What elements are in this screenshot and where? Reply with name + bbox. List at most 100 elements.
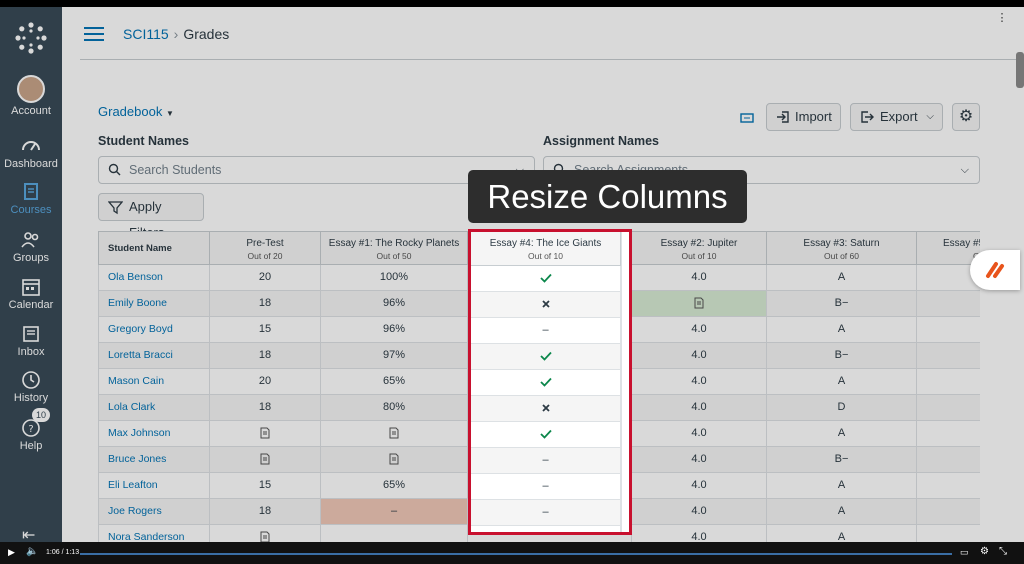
grade-cell[interactable]: 4.0 <box>632 499 767 525</box>
grade-cell[interactable]: 4.0 <box>632 473 767 499</box>
grade-cell[interactable] <box>917 395 980 421</box>
column-header-essay4[interactable]: Essay #4: The Ice Giants Out of 10 <box>471 232 621 266</box>
grade-cell[interactable]: 80% <box>321 395 468 421</box>
grade-cell[interactable] <box>632 291 767 317</box>
column-header-essay2[interactable]: Essay #2: Jupiter Out of 10 <box>632 231 767 265</box>
page-scrollbar[interactable] <box>1016 52 1024 88</box>
grade-cell[interactable]: – <box>321 499 468 525</box>
grade-cell[interactable]: 96% <box>321 291 468 317</box>
breadcrumb-course[interactable]: SCI115 <box>123 26 169 42</box>
import-button[interactable]: Import <box>766 103 841 131</box>
nav-help[interactable]: ? 10 Help <box>0 408 62 459</box>
grade-cell[interactable] <box>321 421 468 447</box>
collapse-nav-icon[interactable]: ⇤ <box>22 525 35 542</box>
hamburger-menu-icon[interactable] <box>84 27 104 41</box>
student-name-link[interactable]: Eli Leafton <box>98 473 210 499</box>
gradebook-menu[interactable]: Gradebook ▼ <box>98 104 174 119</box>
canvas-logo-icon[interactable] <box>14 21 48 55</box>
floating-action-button[interactable] <box>970 250 1020 290</box>
grade-cell[interactable]: 4.0 <box>632 447 767 473</box>
grade-cell[interactable]: A <box>767 499 917 525</box>
grade-cell[interactable] <box>917 447 980 473</box>
apply-filters-button[interactable]: Apply Filters <box>98 193 204 240</box>
captions-icon[interactable]: ▭ <box>960 547 969 558</box>
grade-cell[interactable]: B− <box>767 343 917 369</box>
grade-cell[interactable] <box>471 344 621 370</box>
grade-cell[interactable] <box>917 525 980 542</box>
grade-cell[interactable] <box>917 421 980 447</box>
grade-cell[interactable] <box>471 266 621 292</box>
grade-cell[interactable]: 4.0 <box>632 369 767 395</box>
grade-cell[interactable] <box>321 447 468 473</box>
grade-cell[interactable]: A <box>767 421 917 447</box>
grade-cell[interactable] <box>471 422 621 448</box>
student-name-link[interactable]: Ola Benson <box>98 265 210 291</box>
grade-cell[interactable]: A <box>767 369 917 395</box>
grade-cell[interactable] <box>917 499 980 525</box>
grade-cell[interactable]: 4.0 <box>632 317 767 343</box>
grade-cell[interactable]: A <box>767 473 917 499</box>
nav-account[interactable]: Account <box>0 73 62 121</box>
grade-cell[interactable]: 65% <box>321 473 468 499</box>
grade-cell[interactable] <box>917 343 980 369</box>
student-name-link[interactable]: Mason Cain <box>98 369 210 395</box>
nav-inbox[interactable]: Inbox <box>0 319 62 365</box>
student-name-link[interactable]: Emily Boone <box>98 291 210 317</box>
column-header-student[interactable]: Student Name <box>98 231 210 265</box>
video-progress-bar[interactable] <box>80 553 952 555</box>
student-name-link[interactable]: Loretta Bracci <box>98 343 210 369</box>
grade-cell[interactable] <box>917 317 980 343</box>
grade-cell[interactable]: 4.0 <box>632 525 767 542</box>
nav-groups[interactable]: Groups <box>0 225 62 271</box>
fullscreen-icon[interactable]: ⤡ <box>999 546 1007 557</box>
column-header-essay1[interactable]: Essay #1: The Rocky Planets Out of 50 <box>321 231 468 265</box>
grade-cell[interactable]: – <box>471 500 621 526</box>
grade-cell[interactable] <box>917 473 980 499</box>
grade-cell[interactable]: 18 <box>210 499 321 525</box>
grade-cell[interactable] <box>471 526 621 532</box>
grade-cell[interactable]: A <box>767 525 917 542</box>
grade-cell[interactable]: 20 <box>210 265 321 291</box>
student-name-link[interactable]: Joe Rogers <box>98 499 210 525</box>
grade-cell[interactable]: 4.0 <box>632 395 767 421</box>
grade-cell[interactable]: 100% <box>321 265 468 291</box>
grade-cell[interactable]: A <box>767 317 917 343</box>
grade-cell[interactable]: 4.0 <box>632 343 767 369</box>
column-resize-handle[interactable] <box>621 232 629 532</box>
grade-cell[interactable]: – <box>471 448 621 474</box>
grade-cell[interactable]: 15 <box>210 473 321 499</box>
keyboard-shortcut-icon[interactable] <box>740 111 754 125</box>
grade-cell[interactable] <box>471 396 621 422</box>
student-name-link[interactable]: Bruce Jones <box>98 447 210 473</box>
student-name-link[interactable]: Max Johnson <box>98 421 210 447</box>
grade-cell[interactable]: A <box>767 265 917 291</box>
student-name-link[interactable]: Nora Sanderson <box>98 525 210 542</box>
grade-cell[interactable]: 18 <box>210 395 321 421</box>
grade-cell[interactable]: B− <box>767 447 917 473</box>
grade-cell[interactable]: 18 <box>210 291 321 317</box>
grade-cell[interactable]: – <box>471 318 621 344</box>
nav-calendar[interactable]: Calendar <box>0 272 62 318</box>
grade-cell[interactable]: D <box>767 395 917 421</box>
settings-button[interactable]: ⚙ <box>952 103 980 131</box>
column-header-pretest[interactable]: Pre-Test Out of 20 <box>210 231 321 265</box>
student-name-link[interactable]: Gregory Boyd <box>98 317 210 343</box>
play-icon[interactable]: ▶ <box>8 547 15 558</box>
column-header-essay5[interactable]: Essay #5O <box>917 231 980 265</box>
grade-cell[interactable]: 15 <box>210 317 321 343</box>
grade-cell[interactable]: 18 <box>210 343 321 369</box>
grade-cell[interactable] <box>917 291 980 317</box>
grade-cell[interactable]: 65% <box>321 369 468 395</box>
grade-cell[interactable]: 4.0 <box>632 421 767 447</box>
grade-cell[interactable] <box>210 421 321 447</box>
grade-cell[interactable] <box>210 447 321 473</box>
grade-cell[interactable]: 96% <box>321 317 468 343</box>
nav-dashboard[interactable]: Dashboard <box>0 131 62 177</box>
export-button[interactable]: Export ⌵ <box>850 103 943 131</box>
grade-cell[interactable] <box>471 370 621 396</box>
column-header-essay3[interactable]: Essay #3: Saturn Out of 60 <box>767 231 917 265</box>
grade-cell[interactable]: 20 <box>210 369 321 395</box>
volume-icon[interactable]: 🔈 <box>26 546 38 557</box>
grade-cell[interactable] <box>471 292 621 318</box>
grade-cell[interactable]: 97% <box>321 343 468 369</box>
